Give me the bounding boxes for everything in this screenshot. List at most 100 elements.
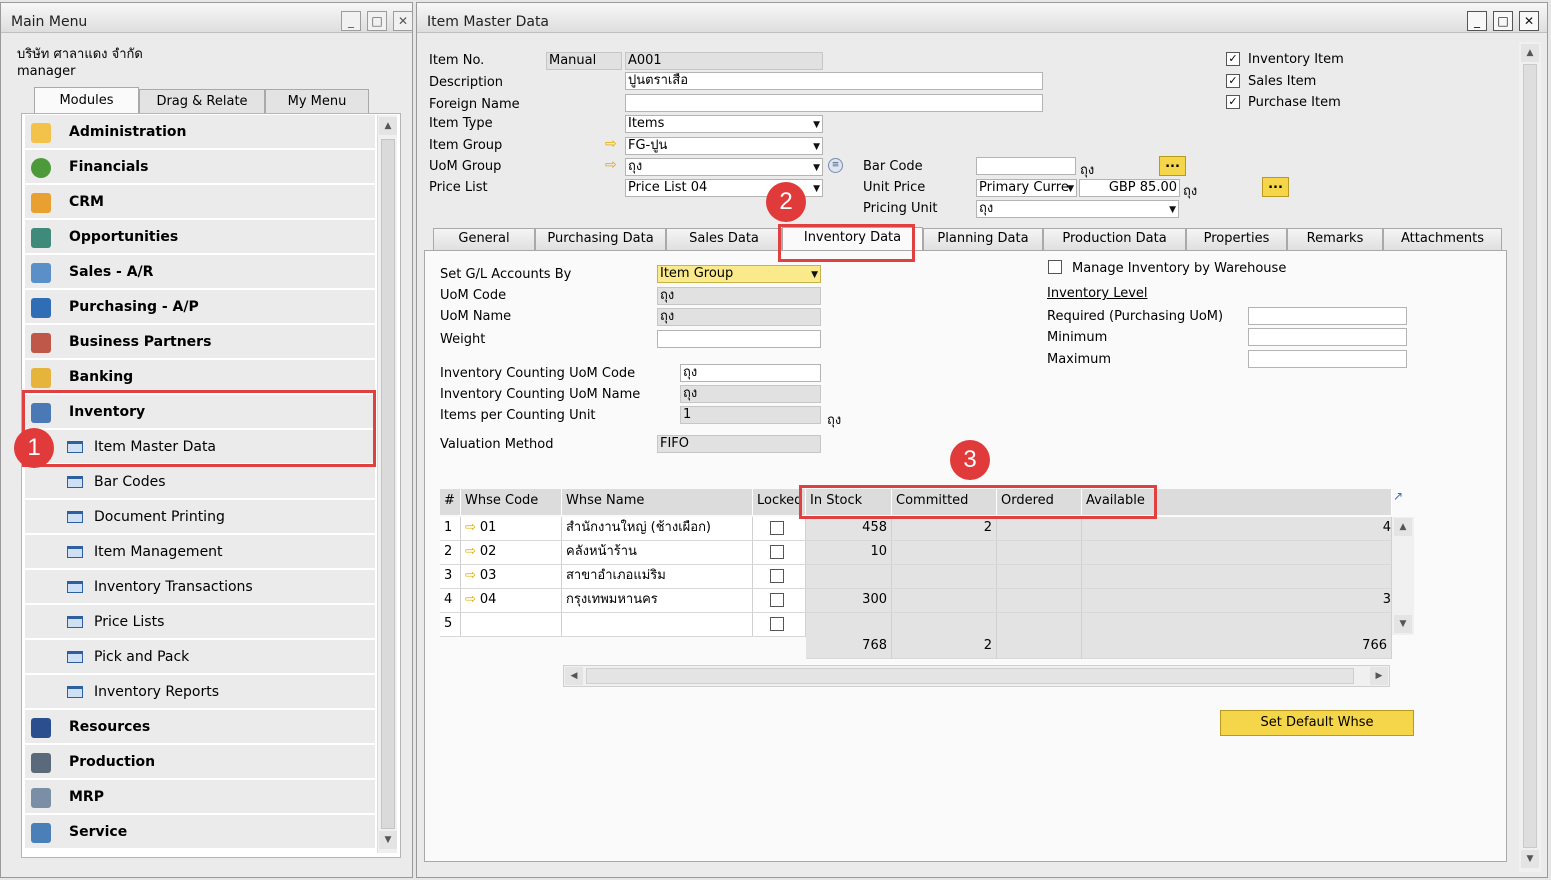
tab-production-data[interactable]: Production Data [1043, 228, 1186, 250]
col-header-whse-code[interactable]: Whse Code [461, 489, 562, 515]
inventory-item-checkbox[interactable]: ✓ [1226, 52, 1240, 66]
minimum-field[interactable] [1248, 328, 1407, 346]
module-banking[interactable]: Banking [25, 360, 375, 394]
whse-name-cell[interactable]: กรุงเทพมหานคร [562, 589, 753, 613]
submenu-price-lists[interactable]: Price Lists [25, 605, 375, 639]
tab-drag-relate[interactable]: Drag & Relate [139, 89, 265, 113]
module-production[interactable]: Production [25, 745, 375, 779]
module-sales[interactable]: Sales - A/R [25, 255, 375, 289]
module-administration[interactable]: Administration [25, 115, 375, 149]
close-icon[interactable]: ✕ [393, 11, 413, 31]
module-resources[interactable]: Resources [25, 710, 375, 744]
whse-code-cell[interactable]: ⇨ 01 [461, 517, 562, 541]
minimize-icon[interactable]: _ [1467, 11, 1487, 31]
locked-checkbox[interactable] [770, 593, 784, 607]
submenu-pick-and-pack[interactable]: Pick and Pack [25, 640, 375, 674]
maximize-icon[interactable]: □ [367, 11, 387, 31]
locked-cell[interactable] [753, 541, 806, 565]
col-header-whse-name[interactable]: Whse Name [562, 489, 753, 515]
manage-by-warehouse-checkbox[interactable] [1048, 260, 1062, 274]
module-business-partners[interactable]: Business Partners [25, 325, 375, 359]
tab-attachments[interactable]: Attachments [1383, 228, 1502, 250]
link-arrow-icon[interactable]: ⇨ [465, 568, 476, 583]
submenu-inventory-transactions[interactable]: Inventory Transactions [25, 570, 375, 604]
list-icon[interactable]: ≡ [828, 158, 843, 173]
count-uom-name-field[interactable]: ถุง [680, 385, 821, 403]
purchase-item-checkbox[interactable]: ✓ [1226, 95, 1240, 109]
minimize-icon[interactable]: _ [341, 11, 361, 31]
unit-price-currency-select[interactable]: Primary Curre ▼ [976, 179, 1077, 197]
scroll-thumb[interactable] [381, 139, 395, 829]
close-icon[interactable]: ✕ [1519, 11, 1539, 31]
weight-field[interactable] [657, 330, 821, 348]
locked-cell[interactable] [753, 589, 806, 613]
module-mrp[interactable]: MRP [25, 780, 375, 814]
scroll-left-icon[interactable]: ◀ [565, 667, 583, 685]
sales-item-checkbox[interactable]: ✓ [1226, 74, 1240, 88]
module-financials[interactable]: Financials [25, 150, 375, 184]
valuation-method-field[interactable]: FIFO [657, 435, 821, 453]
locked-checkbox[interactable] [770, 569, 784, 583]
foreign-name-field[interactable] [625, 94, 1043, 112]
tab-modules[interactable]: Modules [34, 87, 139, 113]
maximize-icon[interactable]: □ [1493, 11, 1513, 31]
tab-remarks[interactable]: Remarks [1287, 228, 1383, 250]
module-crm[interactable]: CRM [25, 185, 375, 219]
items-per-unit-field[interactable]: 1 [680, 406, 821, 424]
item-type-select[interactable]: Items ▼ [625, 115, 823, 133]
bar-code-browse-button[interactable]: ... [1159, 156, 1186, 176]
locked-cell[interactable] [753, 565, 806, 589]
set-default-whse-button[interactable]: Set Default Whse [1220, 710, 1414, 736]
link-arrow-icon[interactable]: ⇨ [605, 136, 617, 152]
scroll-down-icon[interactable]: ▼ [1394, 615, 1412, 633]
maximum-field[interactable] [1248, 350, 1407, 368]
uom-code-field[interactable]: ถุง [657, 287, 821, 305]
locked-checkbox[interactable] [770, 617, 784, 631]
scroll-down-icon[interactable]: ▼ [1521, 850, 1539, 868]
locked-checkbox[interactable] [770, 521, 784, 535]
whse-code-cell[interactable]: ⇨ 02 [461, 541, 562, 565]
grid-hscroll[interactable]: ◀ ▶ [563, 665, 1390, 687]
count-uom-code-field[interactable]: ถุง [680, 364, 821, 382]
link-arrow-icon[interactable]: ⇨ [465, 520, 476, 535]
submenu-inventory-reports[interactable]: Inventory Reports [25, 675, 375, 709]
item-no-series[interactable]: Manual [546, 52, 622, 70]
scroll-up-icon[interactable]: ▲ [1521, 44, 1539, 62]
submenu-bar-codes[interactable]: Bar Codes [25, 465, 375, 499]
uom-name-field[interactable]: ถุง [657, 308, 821, 326]
unit-price-browse-button[interactable]: ... [1262, 177, 1289, 197]
item-group-select[interactable]: FG-ปูน ▼ [625, 137, 823, 155]
form-scrollbar[interactable]: ▲ ▼ [1519, 42, 1541, 872]
submenu-item-management[interactable]: Item Management [25, 535, 375, 569]
scroll-thumb[interactable] [1523, 64, 1537, 848]
whse-code-cell[interactable]: ⇨ 04 [461, 589, 562, 613]
module-opportunities[interactable]: Opportunities [25, 220, 375, 254]
menu-scrollbar[interactable]: ▲ ▼ [377, 115, 397, 853]
tab-planning-data[interactable]: Planning Data [923, 228, 1043, 250]
scroll-right-icon[interactable]: ▶ [1370, 667, 1388, 685]
item-no-field[interactable]: A001 [625, 52, 823, 70]
scroll-up-icon[interactable]: ▲ [379, 117, 397, 135]
link-arrow-icon[interactable]: ⇨ [465, 544, 476, 559]
expand-icon[interactable]: ↗ [1393, 489, 1403, 503]
whse-name-cell[interactable]: สาขาอำเภอแม่ริม [562, 565, 753, 589]
whse-name-cell[interactable]: คลังหน้าร้าน [562, 541, 753, 565]
pricing-unit-select[interactable]: ถุง ▼ [976, 200, 1179, 218]
tab-properties[interactable]: Properties [1186, 228, 1287, 250]
unit-price-field[interactable]: GBP 85.00 [1079, 179, 1180, 197]
module-purchasing[interactable]: Purchasing - A/P [25, 290, 375, 324]
whse-code-cell[interactable] [461, 613, 562, 637]
grid-vscroll[interactable]: ▲ ▼ [1392, 517, 1414, 635]
submenu-document-printing[interactable]: Document Printing [25, 500, 375, 534]
bar-code-field[interactable] [976, 157, 1076, 175]
description-field[interactable]: ปูนตราเสือ [625, 72, 1043, 90]
whse-name-cell[interactable] [562, 613, 753, 637]
required-field[interactable] [1248, 307, 1407, 325]
whse-name-cell[interactable]: สำนักงานใหญ่ (ช้างเผือก) [562, 517, 753, 541]
link-arrow-icon[interactable]: ⇨ [465, 592, 476, 607]
module-service[interactable]: Service [25, 815, 375, 849]
tab-purchasing-data[interactable]: Purchasing Data [535, 228, 666, 250]
locked-checkbox[interactable] [770, 545, 784, 559]
locked-cell[interactable] [753, 613, 806, 637]
hscroll-thumb[interactable] [586, 668, 1354, 684]
